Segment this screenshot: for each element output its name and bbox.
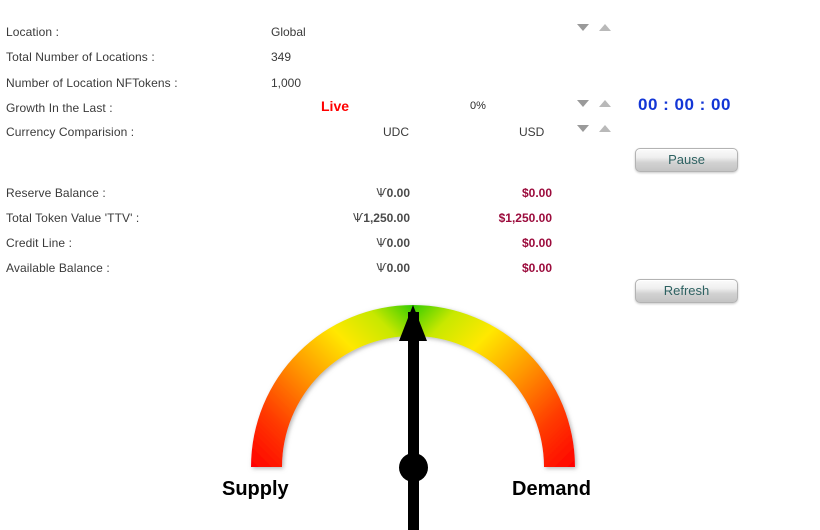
udc-currency-symbol: Ѱ [376, 236, 387, 250]
currency-base-value: UDC [383, 125, 409, 139]
location-spinner[interactable] [568, 21, 614, 35]
countdown-timer: 00 : 00 : 00 [638, 95, 731, 114]
reserve-balance-udc: Ѱ0.00 [300, 186, 410, 200]
growth-label: Growth In the Last : [6, 101, 113, 115]
total-token-value-usd: $1,250.00 [498, 211, 552, 225]
total-token-value-udc: Ѱ1,250.00 [300, 211, 410, 225]
chevron-down-icon[interactable] [577, 24, 589, 31]
credit-line-label: Credit Line : [6, 236, 72, 250]
gauge-needle-tip [399, 305, 427, 341]
chevron-down-icon[interactable] [577, 100, 589, 107]
pause-button[interactable]: Pause [635, 148, 738, 172]
available-balance-label: Available Balance : [6, 261, 110, 275]
chevron-up-icon[interactable] [599, 100, 611, 107]
currency-quote-value: USD [519, 125, 545, 139]
credit-line-udc: Ѱ0.00 [300, 236, 410, 250]
reserve-balance-udc-value: 0.00 [386, 186, 410, 200]
available-balance-udc: Ѱ0.00 [300, 261, 410, 275]
growth-percent-value: 0% [470, 100, 486, 112]
reserve-balance-usd: $0.00 [521, 186, 552, 200]
total-locations-value: 349 [271, 50, 292, 64]
growth-spinner[interactable] [568, 97, 614, 111]
gauge-needle-hub [399, 453, 428, 482]
reserve-balance-label: Reserve Balance : [6, 186, 106, 200]
chevron-up-icon[interactable] [599, 24, 611, 31]
credit-line-udc-value: 0.00 [386, 236, 410, 250]
chevron-down-icon[interactable] [577, 125, 589, 132]
location-value: Global [271, 25, 306, 39]
gauge-needle-shaft [408, 312, 419, 530]
total-token-value-label: Total Token Value 'TTV' : [6, 211, 140, 225]
available-balance-usd: $0.00 [521, 261, 552, 275]
nftokens-value: 1,000 [271, 76, 302, 90]
location-label: Location : [6, 25, 60, 39]
chevron-up-icon[interactable] [599, 125, 611, 132]
udc-currency-symbol: Ѱ [376, 186, 387, 200]
udc-currency-symbol: Ѱ [353, 211, 364, 225]
gauge-demand-label: Demand [512, 478, 591, 500]
total-locations-label: Total Number of Locations : [6, 50, 155, 64]
udc-currency-symbol: Ѱ [376, 261, 387, 275]
gauge-supply-label: Supply [222, 478, 289, 500]
live-status-badge: Live [321, 98, 350, 114]
currency-spinner[interactable] [568, 122, 614, 136]
nftokens-label: Number of Location NFTokens : [6, 76, 178, 90]
credit-line-usd: $0.00 [521, 236, 552, 250]
available-balance-udc-value: 0.00 [386, 261, 410, 275]
refresh-button[interactable]: Refresh [635, 279, 738, 303]
total-token-value-udc-value: 1,250.00 [363, 211, 410, 225]
currency-comparison-label: Currency Comparision : [6, 125, 135, 139]
